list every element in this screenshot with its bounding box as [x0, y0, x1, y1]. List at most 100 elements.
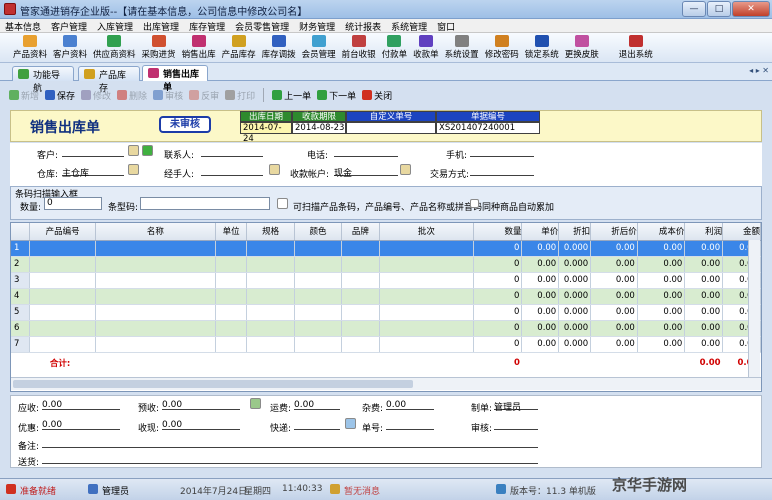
handler-picker-icon[interactable] [269, 164, 280, 175]
menu-item-4[interactable]: 库存管理 [184, 19, 230, 33]
maximize-button[interactable]: □ [707, 1, 731, 17]
toolbar-button-4[interactable]: 销售出库 [179, 33, 219, 62]
table-cell[interactable] [341, 272, 380, 289]
outbound-date-field[interactable]: 2014-07-24 [240, 122, 292, 144]
table-cell[interactable] [95, 256, 216, 273]
table-row[interactable]: 700.000.0000.000.000.000.00 [11, 336, 761, 353]
table-cell[interactable]: 0.000 [558, 240, 592, 257]
courier-picker-icon[interactable] [345, 418, 356, 429]
table-cell[interactable] [215, 320, 248, 337]
column-header[interactable]: 数量 [473, 223, 523, 241]
table-cell[interactable]: 0 [473, 304, 523, 321]
table-cell[interactable]: 0 [473, 336, 523, 353]
table-cell[interactable] [294, 256, 343, 273]
column-header[interactable] [11, 223, 31, 241]
table-cell[interactable]: 0.000 [558, 272, 592, 289]
column-header[interactable]: 产品编号 [29, 223, 96, 241]
action-button-0[interactable]: 新增 [9, 89, 39, 102]
table-cell[interactable]: 0.00 [521, 288, 560, 305]
table-cell[interactable] [294, 240, 343, 257]
table-cell[interactable]: 0.00 [521, 336, 560, 353]
table-cell[interactable]: 1 [11, 240, 31, 257]
table-cell[interactable]: 4 [11, 288, 31, 305]
grid-horizontal-scrollbar[interactable] [11, 377, 761, 390]
column-header[interactable]: 单位 [215, 223, 248, 241]
action-button-3[interactable]: 删除 [117, 89, 147, 102]
column-header[interactable]: 金额 [722, 223, 761, 241]
tab-function-nav[interactable]: 功能导航 [12, 66, 74, 94]
table-cell[interactable]: 7 [11, 336, 31, 353]
table-cell[interactable]: 0.00 [590, 304, 638, 321]
table-cell[interactable]: 0 [473, 272, 523, 289]
table-cell[interactable] [29, 304, 96, 321]
toolbar-button-5[interactable]: 产品库存 [219, 33, 259, 62]
menu-item-6[interactable]: 财务管理 [294, 19, 340, 33]
toolbar-button-7[interactable]: 会员管理 [299, 33, 339, 62]
table-cell[interactable]: 0.00 [637, 240, 686, 257]
table-cell[interactable] [341, 336, 380, 353]
action-button-7[interactable]: 上一单 [272, 89, 311, 102]
table-cell[interactable]: 0.00 [521, 256, 560, 273]
table-row[interactable]: 500.000.0000.000.000.000.00 [11, 304, 761, 321]
column-header[interactable]: 品牌 [341, 223, 380, 241]
table-cell[interactable]: 0 [473, 288, 523, 305]
phone-field[interactable] [334, 147, 398, 157]
table-cell[interactable]: 5 [11, 304, 31, 321]
toolbar-button-9[interactable]: 付款单 [379, 33, 411, 62]
delivery-field[interactable] [42, 454, 538, 464]
table-cell[interactable] [246, 256, 295, 273]
status-message[interactable]: 暂无消息 [344, 484, 380, 497]
table-cell[interactable]: 0.000 [558, 304, 592, 321]
table-cell[interactable] [95, 336, 216, 353]
table-cell[interactable] [379, 304, 475, 321]
table-cell[interactable]: 0.000 [558, 256, 592, 273]
action-button-4[interactable]: 审核 [153, 89, 183, 102]
table-cell[interactable]: 0 [473, 256, 523, 273]
menu-item-9[interactable]: 窗口 [432, 19, 460, 33]
table-cell[interactable]: 3 [11, 272, 31, 289]
table-cell[interactable] [215, 240, 248, 257]
table-cell[interactable]: 0.00 [684, 304, 724, 321]
table-cell[interactable] [341, 256, 380, 273]
remark-field[interactable] [42, 438, 538, 448]
table-cell[interactable] [29, 272, 96, 289]
toolbar-button-6[interactable]: 库存调拨 [259, 33, 299, 62]
add-customer-icon[interactable] [142, 145, 153, 156]
toolbar-button-12[interactable]: 修改密码 [482, 33, 522, 62]
table-cell[interactable]: 0.00 [684, 336, 724, 353]
table-cell[interactable]: 0.00 [684, 288, 724, 305]
table-cell[interactable] [246, 304, 295, 321]
table-cell[interactable] [246, 336, 295, 353]
table-cell[interactable] [379, 240, 475, 257]
contact-field[interactable] [201, 147, 263, 157]
mobile-field[interactable] [470, 147, 534, 157]
table-cell[interactable] [95, 272, 216, 289]
toolbar-button-0[interactable]: 产品资料 [10, 33, 50, 62]
table-cell[interactable] [215, 256, 248, 273]
column-header[interactable]: 批次 [379, 223, 475, 241]
table-cell[interactable]: 2 [11, 256, 31, 273]
table-cell[interactable] [294, 272, 343, 289]
table-cell[interactable] [29, 240, 96, 257]
table-cell[interactable] [29, 336, 96, 353]
action-button-1[interactable]: 保存 [45, 89, 75, 102]
minimize-button[interactable]: — [682, 1, 706, 17]
table-cell[interactable] [246, 240, 295, 257]
column-header[interactable]: 利润 [684, 223, 724, 241]
table-cell[interactable] [294, 336, 343, 353]
table-cell[interactable] [246, 288, 295, 305]
tracking-field[interactable] [386, 420, 434, 430]
table-cell[interactable]: 0.00 [684, 256, 724, 273]
accumulate-checkbox[interactable] [470, 199, 479, 208]
table-cell[interactable]: 0.00 [637, 256, 686, 273]
due-date-field[interactable]: 2014-08-23 [292, 122, 346, 134]
table-cell[interactable]: 0 [473, 240, 523, 257]
customer-picker-icon[interactable] [128, 145, 139, 156]
table-cell[interactable] [95, 240, 216, 257]
table-cell[interactable] [379, 336, 475, 353]
table-cell[interactable]: 0.00 [590, 240, 638, 257]
toolbar-button-1[interactable]: 客户资料 [50, 33, 90, 62]
misc-field[interactable]: 0.00 [386, 400, 434, 410]
column-header[interactable]: 折扣 [558, 223, 592, 241]
table-cell[interactable]: 0.000 [558, 336, 592, 353]
